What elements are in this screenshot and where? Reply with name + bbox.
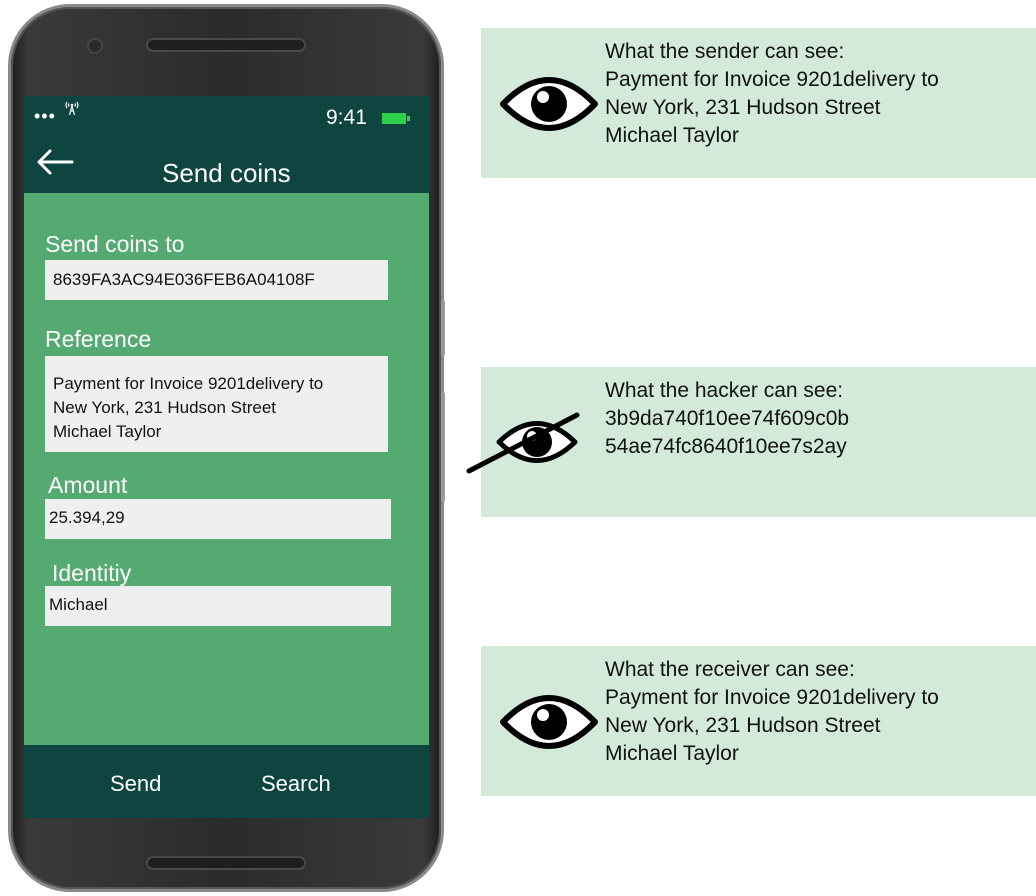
eye-crossed-icon xyxy=(466,412,580,474)
clock: 9:41 xyxy=(326,106,367,129)
hacker-lines: 3b9da740f10ee74f609c0b 54ae74fc8640f10ee… xyxy=(605,407,850,458)
send-to-field[interactable]: 8639FA3AC94E036FEB6A04108F xyxy=(45,260,388,300)
sender-heading: What the sender can see: xyxy=(605,40,845,63)
receiver-lines: Payment for Invoice 9201delivery to New … xyxy=(605,686,939,765)
signal-icon xyxy=(64,98,80,119)
reference-field[interactable]: Payment for Invoice 9201delivery to New … xyxy=(45,356,388,452)
status-dots: ••• xyxy=(34,106,56,126)
sender-panel: What the sender can see: Payment for Inv… xyxy=(481,28,1036,178)
hacker-panel: What the hacker can see: 3b9da740f10ee74… xyxy=(466,367,1036,517)
sender-text: What the sender can see: Payment for Inv… xyxy=(605,38,939,150)
receiver-text: What the receiver can see: Payment for I… xyxy=(605,656,939,768)
hacker-heading: What the hacker can see: xyxy=(605,379,844,402)
arrow-left-icon xyxy=(37,149,74,175)
receiver-panel: What the receiver can see: Payment for I… xyxy=(481,646,1036,796)
top-speaker xyxy=(146,38,306,52)
eye-icon xyxy=(500,695,598,749)
volume-button xyxy=(441,300,445,356)
search-button[interactable]: Search xyxy=(261,771,331,797)
identity-label: Identitiy xyxy=(52,560,132,586)
bottom-speaker xyxy=(146,856,306,870)
battery-icon xyxy=(382,113,410,124)
receiver-heading: What the receiver can see: xyxy=(605,658,855,681)
front-camera xyxy=(87,38,103,54)
power-button xyxy=(441,392,445,502)
page-title: Send coins xyxy=(162,158,291,188)
amount-field[interactable]: 25.394,29 xyxy=(45,499,391,539)
eye-icon xyxy=(500,77,598,131)
back-button[interactable] xyxy=(36,148,74,182)
send-to-label: Send coins to xyxy=(45,231,185,257)
send-button[interactable]: Send xyxy=(110,771,161,797)
phone-screen: ••• 9:41 Send coins Send coins to 8639FA… xyxy=(24,96,429,818)
bottom-bar: Send Search xyxy=(24,745,429,818)
app-header: ••• 9:41 Send coins xyxy=(24,96,429,193)
reference-label: Reference xyxy=(45,326,152,352)
hacker-text: What the hacker can see: 3b9da740f10ee74… xyxy=(605,377,849,461)
sender-lines: Payment for Invoice 9201delivery to New … xyxy=(605,68,939,147)
amount-label: Amount xyxy=(48,472,128,498)
identity-field[interactable]: Michael xyxy=(45,586,391,626)
